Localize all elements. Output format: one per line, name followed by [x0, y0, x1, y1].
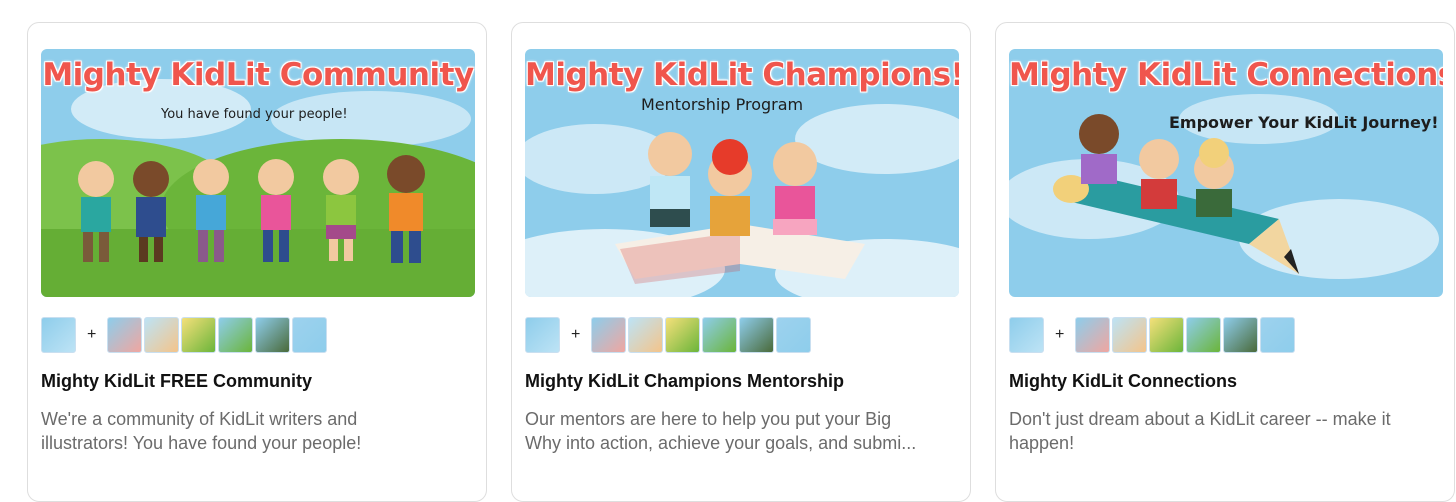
thumbnail[interactable]	[181, 317, 217, 353]
bundle-thumbnail[interactable]	[525, 317, 560, 353]
banner-image-community[interactable]: Mighty KidLit Community You have found y…	[41, 49, 475, 297]
thumbnail-strip: +	[41, 316, 329, 354]
description-line: Our mentors are here to help you put you…	[525, 409, 892, 429]
thumbnail[interactable]	[1075, 317, 1111, 353]
description-line: Don't just dream about a KidLit career -…	[1009, 409, 1391, 429]
banner-image-connections[interactable]: Mighty KidLit Connections Empower Your K…	[1009, 49, 1443, 297]
thumbnail[interactable]	[292, 317, 328, 353]
description-line: illustrators! You have found your people…	[41, 433, 362, 453]
card-title[interactable]: Mighty KidLit FREE Community	[41, 371, 312, 392]
banner-subtitle: Empower Your KidLit Journey!	[1169, 113, 1439, 132]
banner-subtitle: You have found your people!	[161, 107, 348, 122]
thumbnail[interactable]	[702, 317, 738, 353]
product-card-champions[interactable]: Mighty KidLit Champions! Mentorship Prog…	[511, 22, 971, 502]
plus-sign: +	[87, 326, 97, 343]
thumbnail[interactable]	[776, 317, 812, 353]
thumbnail[interactable]	[1186, 317, 1222, 353]
thumbnail[interactable]	[255, 317, 291, 353]
thumbnail[interactable]	[144, 317, 180, 353]
card-description: We're a community of KidLit writers and …	[41, 407, 466, 455]
product-card-community[interactable]: Mighty KidLit Community You have found y…	[27, 22, 487, 502]
bundle-thumbnail[interactable]	[1009, 317, 1044, 353]
thumbnail[interactable]	[628, 317, 664, 353]
thumbnail[interactable]	[1112, 317, 1148, 353]
banner-title: Mighty KidLit Community	[42, 57, 474, 93]
description-line: We're a community of KidLit writers and	[41, 409, 358, 429]
thumbnail[interactable]	[665, 317, 701, 353]
banner-subtitle: Mentorship Program	[641, 95, 804, 114]
plus-sign: +	[571, 326, 581, 343]
thumbnail[interactable]	[107, 317, 143, 353]
thumbnail-strip: +	[1009, 316, 1297, 354]
bundle-thumbnail[interactable]	[41, 317, 76, 353]
card-title[interactable]: Mighty KidLit Connections	[1009, 371, 1237, 392]
description-line: Why into action, achieve your goals, and…	[525, 433, 917, 453]
banner-title: Mighty KidLit Champions!	[525, 57, 959, 93]
thumbnail[interactable]	[1260, 317, 1296, 353]
card-title[interactable]: Mighty KidLit Champions Mentorship	[525, 371, 844, 392]
thumbnail[interactable]	[1149, 317, 1185, 353]
description-line: happen!	[1009, 433, 1075, 453]
card-description: Our mentors are here to help you put you…	[525, 407, 950, 455]
thumbnail[interactable]	[1223, 317, 1259, 353]
card-description: Don't just dream about a KidLit career -…	[1009, 407, 1434, 455]
thumbnail[interactable]	[591, 317, 627, 353]
thumbnail[interactable]	[218, 317, 254, 353]
thumbnail-strip: +	[525, 316, 813, 354]
banner-title: Mighty KidLit Connections	[1009, 57, 1443, 93]
product-card-connections[interactable]: Mighty KidLit Connections Empower Your K…	[995, 22, 1455, 502]
plus-sign: +	[1055, 326, 1065, 343]
thumbnail[interactable]	[739, 317, 775, 353]
banner-image-champions[interactable]: Mighty KidLit Champions! Mentorship Prog…	[525, 49, 959, 297]
